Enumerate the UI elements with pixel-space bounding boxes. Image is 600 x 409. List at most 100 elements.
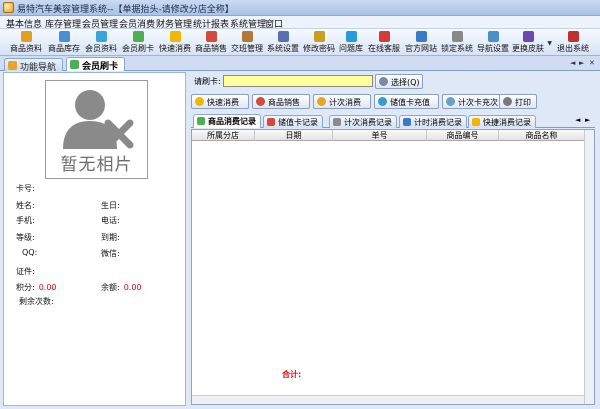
- count-card-icon: [446, 97, 455, 106]
- exit-icon: [567, 31, 579, 42]
- horizontal-scrollbar[interactable]: [192, 395, 584, 404]
- support-icon: [378, 31, 390, 42]
- nav-icon: [8, 61, 17, 70]
- shift-icon: [241, 31, 253, 42]
- toolbar-shift-button[interactable]: 交班管理: [229, 30, 265, 55]
- toolbar-goods-sale-button[interactable]: 商品销售: [193, 30, 229, 55]
- no-photo-label: 暂无相片: [60, 155, 133, 175]
- quick-record-icon: [472, 118, 480, 126]
- records-grid: 所属分店 日期 单号 商品编号 商品名称 合计:: [191, 129, 595, 405]
- vertical-scrollbar[interactable]: [584, 130, 594, 404]
- nav-settings-icon: [487, 31, 499, 42]
- consumption-panel: 请刷卡: 选择(Q) 快速消费 商品销售 计次消费 储值卡充值 计次卡充次 打印…: [189, 72, 597, 406]
- points-value: 0.00: [38, 283, 57, 292]
- card-no-label: 卡号:: [16, 184, 35, 193]
- qq-label: QQ:: [22, 248, 38, 257]
- member-photo: 暂无相片: [45, 80, 148, 179]
- tab-stored-card-records[interactable]: 储值卡记录: [263, 115, 323, 128]
- card-swipe-icon: [70, 60, 79, 69]
- toolbar-support-button[interactable]: 在线客服: [366, 30, 402, 55]
- count-consume-icon: [317, 97, 326, 106]
- toolbar-exit-button[interactable]: 退出系统: [555, 30, 591, 55]
- subtab-scroll-left-icon[interactable]: ◄: [575, 116, 580, 124]
- remaining-times-label: 剩余次数:: [19, 297, 54, 306]
- goods-sale-icon: [256, 97, 265, 106]
- balance-value: 0.00: [123, 283, 142, 292]
- main-toolbar: 商品资料 商品库存 会员资料 会员刷卡 快速消费 商品销售 交班管理 系统设置 …: [0, 29, 600, 56]
- tab-goods-consume-records[interactable]: 商品消费记录: [193, 114, 261, 128]
- toolbar-website-button[interactable]: 官方网站: [403, 30, 439, 55]
- user-placeholder-icon: [63, 90, 134, 149]
- tab-count-consume-records[interactable]: 计次消费记录: [329, 115, 397, 128]
- wechat-label: 微信:: [101, 249, 120, 258]
- quick-consume-icon: [195, 97, 204, 106]
- stored-card-icon: [267, 118, 275, 126]
- grid-total-label: 合计:: [282, 370, 302, 379]
- id-card-label: 证件:: [16, 267, 35, 276]
- toolbar-password-button[interactable]: 修改密码: [301, 30, 337, 55]
- col-goods-code[interactable]: 商品编号: [427, 130, 499, 141]
- window-title: 易特汽车美容管理系统--【单据抬头-请修改分店全称】: [17, 5, 234, 15]
- close-icon[interactable]: ✕: [589, 59, 595, 67]
- tab-member-card[interactable]: 会员刷卡: [66, 57, 126, 72]
- toolbar-member-info-button[interactable]: 会员资料: [83, 30, 119, 55]
- quick-consume-icon: [169, 31, 181, 42]
- grid-header: 所属分店 日期 单号 商品编号 商品名称: [192, 130, 584, 141]
- chevron-down-icon: ▼: [547, 40, 552, 47]
- skin-icon: [522, 31, 534, 42]
- count-record-icon: [333, 118, 341, 126]
- subtab-scroll-right-icon[interactable]: ►: [585, 116, 590, 124]
- stored-card-recharge-button[interactable]: 储值卡充值: [374, 94, 439, 109]
- recharge-icon: [378, 97, 387, 106]
- count-card-recharge-button[interactable]: 计次卡充次: [442, 94, 502, 109]
- quick-consume-button[interactable]: 快速消费: [191, 94, 249, 109]
- tab-quick-consume-records[interactable]: 快捷消费记录: [468, 115, 536, 128]
- printer-icon: [503, 97, 512, 106]
- menu-bar: 基本信息 库存管理 会员管理 会员消费 财务管理 统计报表 系统管理 窗口: [0, 16, 600, 30]
- search-icon: [379, 77, 388, 86]
- website-icon: [415, 31, 427, 42]
- toolbar-goods-info-button[interactable]: 商品资料: [8, 30, 44, 55]
- col-branch[interactable]: 所属分店: [192, 130, 255, 141]
- password-icon: [313, 31, 325, 42]
- col-date[interactable]: 日期: [255, 130, 333, 141]
- title-bar: 易特汽车美容管理系统--【单据抬头-请修改分店全称】: [0, 0, 600, 16]
- toolbar-lock-button[interactable]: 锁定系统: [439, 30, 475, 55]
- toolbar-settings-button[interactable]: 系统设置: [265, 30, 301, 55]
- card-swipe-icon: [132, 31, 144, 42]
- member-info-icon: [95, 31, 107, 42]
- toolbar-nav-settings-button[interactable]: 导航设置: [475, 30, 511, 55]
- print-button[interactable]: 打印: [499, 94, 537, 109]
- tab-timed-consume-records[interactable]: 计时消费记录: [399, 115, 467, 128]
- count-consume-button[interactable]: 计次消费: [313, 94, 371, 109]
- col-order-no[interactable]: 单号: [333, 130, 427, 141]
- lock-icon: [451, 31, 463, 42]
- col-goods-name[interactable]: 商品名称: [499, 130, 584, 141]
- name-label: 姓名:: [16, 201, 35, 210]
- goods-sale-button[interactable]: 商品销售: [252, 94, 310, 109]
- phone-label: 电话:: [101, 216, 120, 225]
- toolbar-quick-consume-button[interactable]: 快速消费: [157, 30, 193, 55]
- question-icon: [345, 31, 357, 42]
- tab-scroll-left-icon[interactable]: ◄: [570, 59, 575, 67]
- clock-icon: [403, 118, 411, 126]
- member-info-panel: 暂无相片 卡号: 姓名: 生日: 手机: 电话: 等级: 到期: QQ: 微信:…: [3, 72, 186, 406]
- toolbar-card-swipe-button[interactable]: 会员刷卡: [120, 30, 156, 55]
- expiry-label: 到期:: [101, 233, 120, 242]
- mobile-label: 手机:: [16, 216, 35, 225]
- goods-sale-icon: [205, 31, 217, 42]
- toolbar-skin-button[interactable]: 更换皮肤 ▼: [510, 30, 552, 55]
- app-icon: [3, 2, 14, 13]
- goods-record-icon: [197, 117, 205, 125]
- toolbar-question-button[interactable]: 问题库: [337, 30, 365, 55]
- goods-info-icon: [20, 31, 32, 42]
- tab-scroll-right-icon[interactable]: ►: [579, 59, 584, 67]
- birthday-label: 生日:: [101, 201, 120, 210]
- tab-function-nav[interactable]: 功能导航: [4, 58, 64, 73]
- card-number-input[interactable]: [223, 75, 373, 87]
- points-field: 积分: 0.00: [16, 283, 57, 292]
- toolbar-stock-button[interactable]: 商品库存: [46, 30, 82, 55]
- select-member-button[interactable]: 选择(Q): [375, 74, 423, 89]
- settings-icon: [277, 31, 289, 42]
- document-tab-strip: 功能导航 会员刷卡 ◄ ► ✕: [0, 56, 600, 73]
